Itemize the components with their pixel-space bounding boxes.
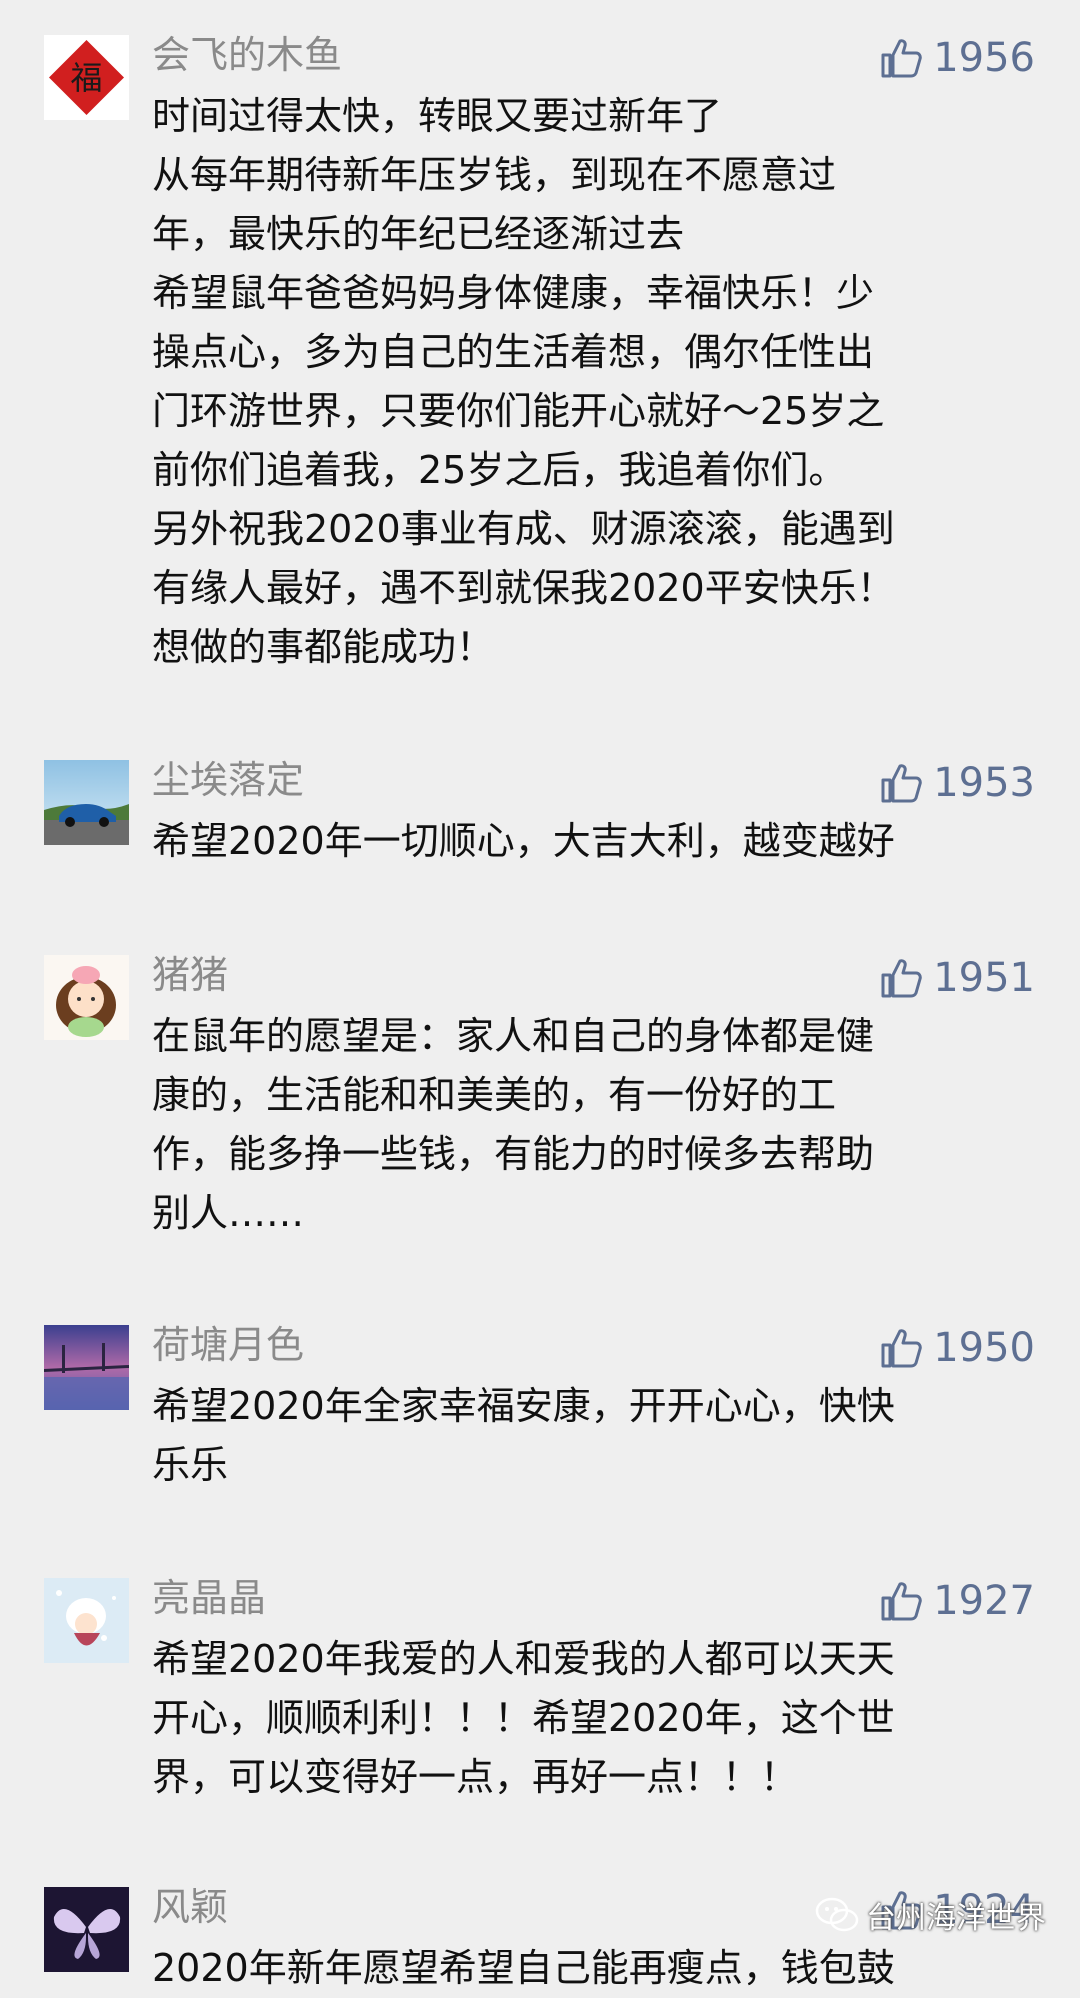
comment-line: 前你们追着我，25岁之后，我追着你们。 (152, 448, 847, 492)
comment-line: 2020年新年愿望希望自己能再瘦点，钱包鼓 (152, 1946, 895, 1990)
nickname[interactable]: 风颖 (152, 1881, 228, 1933)
thumbs-up-icon (881, 1582, 922, 1621)
nickname[interactable]: 会飞的木鱼 (152, 29, 342, 81)
comment-text: 希望2020年一切顺心，大吉大利，越变越好 (152, 812, 1032, 871)
comment-line: 康的，生活能和和美美的，有一份好的工 (152, 1073, 837, 1117)
avatar[interactable] (44, 1578, 129, 1663)
nickname[interactable]: 亮晶晶 (152, 1572, 266, 1624)
avatar[interactable] (44, 1325, 129, 1410)
comment-line: 作，能多挣一些钱，有能力的时候多去帮助 (152, 1132, 875, 1176)
nickname[interactable]: 荷塘月色 (152, 1319, 304, 1371)
like-count: 1951 (933, 955, 1035, 1001)
like-button[interactable]: 1956 (879, 31, 1035, 85)
nickname[interactable]: 尘埃落定 (152, 754, 304, 806)
like-button[interactable]: 1953 (879, 756, 1035, 810)
comment-line: 有缘人最好，遇不到就保我2020平安快乐！ (152, 566, 895, 610)
wechat-watermark: 台州海洋世界 (814, 1893, 1046, 1937)
like-count: 1950 (933, 1325, 1035, 1371)
thumbs-up-icon (881, 764, 922, 803)
thumbs-up-icon (881, 959, 922, 998)
bridge-sunset-avatar-image (44, 1325, 129, 1410)
comment-line: 界，可以变得好一点，再好一点！！！ (152, 1755, 799, 1799)
comment-line: 希望2020年一切顺心，大吉大利，越变越好 (152, 819, 895, 863)
like-count: 1956 (933, 35, 1035, 81)
comment-line: 年，最快乐的年纪已经逐渐过去 (152, 212, 685, 256)
comment-text: 希望2020年全家幸福安康，开开心心，快快 乐乐 (152, 1377, 1032, 1495)
comment-text: 在鼠年的愿望是：家人和自己的身体都是健 康的，生活能和和美美的，有一份好的工 作… (152, 1007, 1032, 1243)
thumbs-up-icon (881, 1329, 922, 1368)
like-count: 1927 (933, 1578, 1035, 1624)
avatar[interactable] (44, 955, 129, 1040)
like-button[interactable]: 1951 (879, 951, 1035, 1005)
car-photo-avatar-image (44, 760, 129, 845)
comment-line: 乐乐 (152, 1443, 229, 1487)
comment-line: 希望2020年我爱的人和爱我的人都可以天天 (152, 1637, 895, 1681)
comment-text: 2020年新年愿望希望自己能再瘦点，钱包鼓 (152, 1939, 1032, 1998)
nickname[interactable]: 猪猪 (152, 949, 228, 1001)
comment-line: 从每年期待新年压岁钱，到现在不愿意过 (152, 153, 837, 197)
comment-line: 时间过得太快，转眼又要过新年了 (152, 94, 723, 138)
comment-line: 开心，顺顺利利！！！希望2020年，这个世 (152, 1696, 895, 1740)
comment-line: 门环游世界，只要你们能开心就好～25岁之 (152, 389, 885, 433)
avatar[interactable] (44, 760, 129, 845)
butterfly-avatar-image (44, 1887, 129, 1972)
comment-text: 希望2020年我爱的人和爱我的人都可以天天 开心，顺顺利利！！！希望2020年，… (152, 1630, 1032, 1807)
thumbs-up-icon (881, 39, 922, 78)
comment-line: 别人…… (152, 1191, 305, 1235)
fu-character-avatar-image: 福 (44, 35, 129, 120)
winter-girl-avatar-image (44, 1578, 129, 1663)
like-button[interactable]: 1927 (879, 1574, 1035, 1628)
avatar[interactable]: 福 (44, 35, 129, 120)
like-button[interactable]: 1950 (879, 1321, 1035, 1375)
comment-line: 希望鼠年爸爸妈妈身体健康，幸福快乐！少 (152, 271, 875, 315)
like-count: 1953 (933, 760, 1035, 806)
comment-line: 想做的事都能成功！ (152, 625, 495, 669)
comment-line: 操点心，多为自己的生活着想，偶尔任性出 (152, 330, 875, 374)
watermark-text: 台州海洋世界 (866, 1901, 1046, 1936)
cartoon-girl-avatar-image (44, 955, 129, 1040)
svg-text:福: 福 (70, 59, 102, 97)
comment-line: 另外祝我2020事业有成、财源滚滚，能遇到 (152, 507, 895, 551)
avatar[interactable] (44, 1887, 129, 1972)
comment-text: 时间过得太快，转眼又要过新年了 从每年期待新年压岁钱，到现在不愿意过 年，最快乐… (152, 87, 1032, 677)
wechat-icon (815, 1897, 859, 1932)
comment-line: 在鼠年的愿望是：家人和自己的身体都是健 (152, 1014, 875, 1058)
comment-line: 希望2020年全家幸福安康，开开心心，快快 (152, 1384, 895, 1428)
